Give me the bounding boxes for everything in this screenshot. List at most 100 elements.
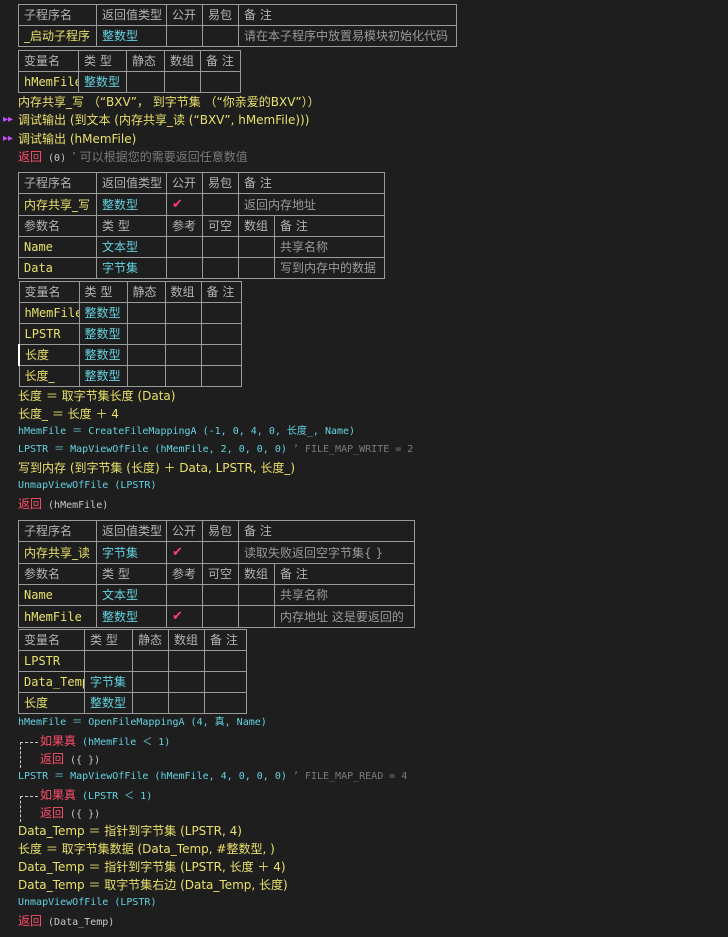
sub1-return-cell[interactable]: 整数型 [96,25,167,47]
var-static-cell[interactable] [132,671,169,693]
sub2-public-cell[interactable]: ✔ [166,193,203,216]
sub2-note-cell[interactable]: 返回内存地址 [237,193,386,216]
code-line[interactable]: Data_Temp ＝ 取字节集右边 (Data_Temp, 长度) [18,876,288,894]
var-type-cell[interactable]: 整数型 [78,302,128,324]
param-optional-cell[interactable] [202,236,239,258]
breakpoint-marker-icon[interactable]: ▸▸ [3,114,13,125]
var-static-cell[interactable] [126,365,166,387]
var-array-cell[interactable] [164,344,202,366]
var-array-cell[interactable] [168,671,205,693]
breakpoint-marker-icon[interactable]: ▸▸ [3,133,13,144]
code-line[interactable]: Data_Temp ＝ 指针到字节集 (LPSTR, 4) [18,822,242,840]
param-note-cell[interactable]: 写到内存中的数据 [273,257,386,279]
code-line[interactable]: UnmapViewOfFile (LPSTR) [18,477,156,495]
var-static-cell[interactable] [132,650,169,672]
code-line[interactable]: 返回 ({ }) [40,750,100,768]
param-array-cell[interactable] [238,236,275,258]
param-array-cell[interactable] [238,584,275,606]
var-type-cell[interactable]: 整数型 [78,344,128,366]
var-array-cell[interactable] [168,692,205,714]
var-name-cell[interactable]: 长度_ [18,365,80,387]
code-line[interactable]: 调试输出 (到文本 (内存共享_读 (“BXV”, hMemFile))) [18,111,309,129]
var-array-cell[interactable] [164,365,202,387]
param-type-cell[interactable]: 文本型 [96,236,167,258]
var-note-cell[interactable] [200,323,242,345]
code-line[interactable]: 返回 (Data_Temp) [18,912,114,930]
sub2-return-cell[interactable]: 整数型 [96,193,167,216]
var-note-cell[interactable] [200,344,242,366]
var-note-cell[interactable] [204,692,247,714]
code-line[interactable]: UnmapViewOfFile (LPSTR) [18,894,156,912]
code-line[interactable]: hMemFile ＝ CreateFileMappingA (-1, 0, 4,… [18,423,355,441]
var-array-cell[interactable] [164,71,201,93]
sub2-name-cell[interactable]: 内存共享_写 [18,193,97,216]
sub3-public-cell[interactable]: ✔ [166,541,203,564]
code-line[interactable]: 长度_ ＝ 长度 ＋ 4 [18,405,119,423]
var-static-cell[interactable] [126,302,166,324]
code-line[interactable]: 如果真 (LPSTR ＜ 1) [40,786,152,804]
sub1-easy-cell[interactable] [202,25,239,47]
param-type-cell[interactable]: 文本型 [96,584,167,606]
code-line[interactable]: LPSTR ＝ MapViewOfFile (hMemFile, 4, 0, 0… [18,768,407,786]
param-ref-cell[interactable]: ✔ [166,605,203,628]
sub1-name-cell[interactable]: _启动子程序 [18,25,97,47]
var-name-cell[interactable]: hMemFile [18,71,79,93]
sub1-public-cell[interactable] [166,25,203,47]
var-name-cell[interactable]: 长度 [18,692,85,714]
var-array-cell[interactable] [168,650,205,672]
code-line[interactable]: Data_Temp ＝ 指针到字节集 (LPSTR, 长度 ＋ 4) [18,858,286,876]
var-static-cell[interactable] [126,344,166,366]
param-optional-cell[interactable] [202,605,239,628]
param-type-cell[interactable]: 整数型 [96,605,167,628]
sub3-name-cell[interactable]: 内存共享_读 [18,541,97,564]
sub3-note-cell[interactable]: 读取失败返回空字节集{ } [237,541,416,564]
code-line[interactable]: 如果真 (hMemFile ＜ 1) [40,732,170,750]
code-line[interactable]: 内存共享_写 （“BXV”， 到字节集 （“你亲爱的BXV”）） [18,93,320,111]
var-name-cell[interactable]: LPSTR [18,323,80,345]
var-static-cell[interactable] [126,71,165,93]
param-array-cell[interactable] [238,257,275,279]
code-line[interactable]: 长度 ＝ 取字节集数据 (Data_Temp, #整数型, ) [18,840,275,858]
code-line[interactable]: 返回 (0) ’ 可以根据您的需要返回任意数值 [18,148,248,166]
param-name-cell[interactable]: Name [18,236,97,258]
sub2-easy-cell[interactable] [202,193,239,216]
var-type-cell[interactable] [84,650,133,672]
var-array-cell[interactable] [164,302,202,324]
sub3-return-cell[interactable]: 字节集 [96,541,167,564]
var-type-cell[interactable]: 整数型 [78,365,128,387]
param-ref-cell[interactable] [166,584,203,606]
code-line[interactable]: 调试输出 (hMemFile) [18,130,136,148]
code-line[interactable]: 长度 ＝ 取字节集长度 (Data) [18,387,175,405]
sub3-easy-cell[interactable] [202,541,239,564]
code-line[interactable]: 返回 (hMemFile) [18,495,108,513]
var-static-cell[interactable] [126,323,166,345]
code-line[interactable]: LPSTR ＝ MapViewOfFile (hMemFile, 2, 0, 0… [18,441,413,459]
param-note-cell[interactable]: 内存地址 这是要返回的 [273,605,416,628]
code-line[interactable]: hMemFile ＝ OpenFileMappingA (4, 真, Name) [18,714,267,732]
code-line[interactable]: 写到内存 (到字节集 (长度) ＋ Data, LPSTR, 长度_) [18,459,295,477]
var-note-cell[interactable] [200,302,242,324]
param-note-cell[interactable]: 共享名称 [273,236,386,258]
param-ref-cell[interactable] [166,257,203,279]
var-note-cell[interactable] [200,365,242,387]
var-note-cell[interactable] [204,671,247,693]
sub1-note-cell[interactable]: 请在本子程序中放置易模块初始化代码 [238,25,457,47]
var-type-cell[interactable]: 整数型 [84,692,133,714]
code-line[interactable]: 返回 ({ }) [40,804,100,822]
param-array-cell[interactable] [238,605,275,628]
param-optional-cell[interactable] [202,584,239,606]
param-name-cell[interactable]: Data [18,257,97,279]
var-note-cell[interactable] [204,650,247,672]
param-note-cell[interactable]: 共享名称 [273,584,416,606]
param-type-cell[interactable]: 字节集 [96,257,167,279]
var-name-cell[interactable]: LPSTR [18,650,85,672]
var-type-cell[interactable]: 字节集 [84,671,133,693]
var-note-cell[interactable] [200,71,241,93]
var-name-cell[interactable]: Data_Temp [18,671,85,693]
var-name-cell-selected[interactable]: 长度 [18,344,80,366]
param-name-cell[interactable]: Name [18,584,97,606]
var-static-cell[interactable] [132,692,169,714]
param-ref-cell[interactable] [166,236,203,258]
param-name-cell[interactable]: hMemFile [18,605,97,628]
var-type-cell[interactable]: 整数型 [78,71,127,93]
